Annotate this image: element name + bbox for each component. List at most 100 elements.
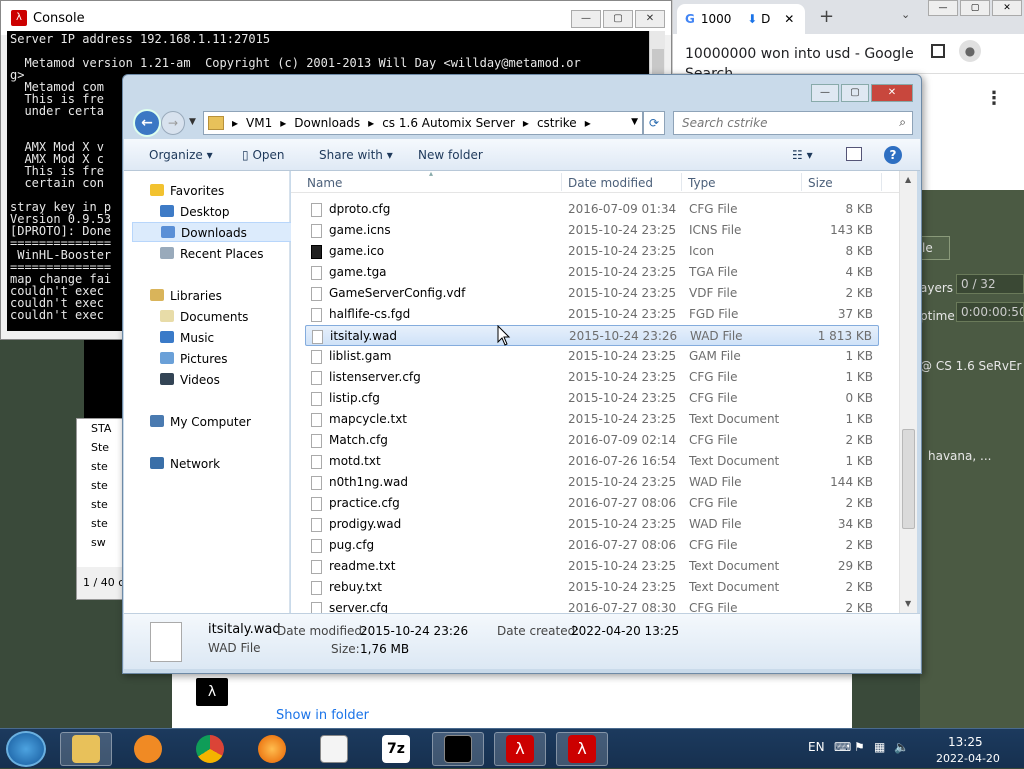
list-item[interactable]: sw (77, 533, 125, 552)
minimize-button[interactable]: — (571, 10, 601, 28)
table-row[interactable]: server.cfg 2016-07-27 08:30 CFG File 2 KB (305, 598, 879, 613)
security-icon[interactable]: ⚑ (854, 740, 865, 754)
minimize-button[interactable]: — (811, 84, 839, 102)
table-row[interactable]: readme.txt 2015-10-24 23:25 Text Document 2… (305, 556, 879, 577)
taskbar-half-life[interactable]: λ (556, 732, 608, 766)
list-item[interactable]: ste (77, 514, 125, 533)
column-size[interactable]: Size (808, 176, 833, 190)
tab-panel[interactable]: le (920, 236, 950, 260)
table-row[interactable]: listip.cfg 2015-10-24 23:25 CFG File 0 KB (305, 388, 879, 409)
scrollbar[interactable] (1009, 130, 1024, 196)
taskbar-7zip[interactable]: 7z (370, 732, 422, 766)
taskbar-explorer[interactable] (60, 732, 112, 766)
table-row[interactable]: listenserver.cfg 2015-10-24 23:25 CFG File… (305, 367, 879, 388)
tab-google-search[interactable]: G 1000 ⬇ D ✕ (677, 4, 805, 34)
organize-button[interactable]: Organize ▾ (149, 148, 213, 162)
profile-icon[interactable]: ● (959, 40, 981, 62)
taskbar-notepad[interactable] (308, 732, 360, 766)
scroll-thumb[interactable] (902, 429, 915, 529)
breadcrumb-separator: ▸ (368, 116, 375, 130)
chevron-down-icon[interactable]: ▼ (189, 117, 196, 127)
table-row[interactable]: rebuy.txt 2015-10-24 23:25 Text Document 2 … (305, 577, 879, 598)
search-input[interactable]: Search cstrike ⌕ (673, 111, 913, 135)
list-item[interactable]: STA (77, 419, 125, 438)
network-icon[interactable]: ▦ (874, 740, 885, 754)
taskbar-chrome[interactable] (184, 732, 236, 766)
console-titlebar[interactable]: λ Console — ▢ ✕ (1, 1, 671, 35)
table-row[interactable]: itsitaly.wad 2015-10-24 23:26 WAD File 1 81… (305, 325, 879, 346)
show-in-folder-link[interactable]: Show in folder (276, 708, 369, 723)
column-type[interactable]: Type (688, 176, 716, 190)
nav-libraries[interactable]: Libraries (150, 286, 314, 306)
table-row[interactable]: liblist.gam 2015-10-24 23:25 GAM File 1 KB (305, 346, 879, 367)
scroll-up-icon[interactable]: ▲ (905, 175, 911, 184)
language-indicator[interactable]: EN (808, 740, 825, 754)
minimize-button[interactable]: — (928, 0, 958, 16)
chevron-down-icon[interactable]: ⌄ (901, 8, 910, 21)
scroll-down-icon[interactable]: ▼ (905, 599, 911, 608)
back-button[interactable]: ← (133, 109, 161, 137)
new-tab-button[interactable]: + (819, 6, 834, 27)
forward-button[interactable]: → (161, 111, 185, 135)
breadcrumb-server[interactable]: cs 1.6 Automix Server (382, 116, 515, 130)
list-item[interactable]: ste (77, 476, 125, 495)
new-folder-button[interactable]: New folder (418, 148, 483, 162)
nav-favorites[interactable]: Favorites (150, 181, 314, 201)
preview-pane-icon[interactable] (846, 147, 862, 161)
list-item[interactable]: ste (77, 457, 125, 476)
breadcrumb-downloads[interactable]: Downloads (294, 116, 360, 130)
table-row[interactable]: n0th1ng.wad 2015-10-24 23:25 WAD File 144 K… (305, 472, 879, 493)
list-item[interactable]: Ste (77, 438, 125, 457)
table-row[interactable]: halflife-cs.fgd 2015-10-24 23:25 FGD File 3… (305, 304, 879, 325)
nav-my-computer[interactable]: My Computer (150, 412, 314, 432)
list-item[interactable]: ste (77, 495, 125, 514)
clock-time[interactable]: 13:25 (948, 735, 983, 749)
table-row[interactable]: pug.cfg 2016-07-27 08:06 CFG File 2 KB (305, 535, 879, 556)
volume-icon[interactable]: 🔈 (894, 740, 909, 754)
maximize-button[interactable]: ▢ (841, 84, 869, 102)
taskbar-hlds[interactable]: λ (494, 732, 546, 766)
nav-downloads[interactable]: Downloads (132, 222, 296, 242)
start-button[interactable] (6, 731, 46, 767)
address-bar[interactable]: ▸ VM1 ▸ Downloads ▸ cs 1.6 Automix Serve… (203, 111, 643, 135)
table-row[interactable]: mapcycle.txt 2015-10-24 23:25 Text Documen… (305, 409, 879, 430)
view-options-icon[interactable]: ☷ ▾ (792, 148, 813, 162)
menu-icon[interactable]: ⋮ (985, 88, 1003, 109)
table-row[interactable]: prodigy.wad 2015-10-24 23:25 WAD File 34 KB (305, 514, 879, 535)
taskbar-firefox[interactable] (246, 732, 298, 766)
file-list-scrollbar[interactable]: ▲ ▼ (899, 171, 917, 613)
open-button[interactable]: ▯ Open (242, 148, 285, 162)
table-row[interactable]: game.ico 2015-10-24 23:25 Icon 8 KB (305, 241, 879, 262)
close-button[interactable]: ✕ (871, 84, 913, 102)
table-row[interactable]: dproto.cfg 2016-07-09 01:34 CFG File 8 KB (305, 199, 879, 220)
table-row[interactable]: game.tga 2015-10-24 23:25 TGA File 4 KB (305, 262, 879, 283)
explorer-window[interactable]: — ▢ ✕ ← → ▼ ▸ VM1 ▸ Downloads ▸ cs 1.6 A… (122, 74, 922, 674)
side-panel-icon[interactable] (931, 44, 945, 58)
close-button[interactable]: ✕ (635, 10, 665, 28)
table-row[interactable]: motd.txt 2016-07-26 16:54 Text Document 1 K… (305, 451, 879, 472)
table-row[interactable]: GameServerConfig.vdf 2015-10-24 23:25 VDF … (305, 283, 879, 304)
taskbar-media-player[interactable] (122, 732, 174, 766)
table-row[interactable]: Match.cfg 2016-07-09 02:14 CFG File 2 KB (305, 430, 879, 451)
column-name[interactable]: Name (307, 176, 342, 190)
nav-network[interactable]: Network (150, 454, 314, 474)
table-row[interactable]: game.icns 2015-10-24 23:25 ICNS File 143 KB (305, 220, 879, 241)
tab-close-icon[interactable]: ✕ (784, 12, 794, 26)
keyboard-icon[interactable]: ⌨ (834, 740, 851, 754)
clock-date[interactable]: 2022-04-20 (936, 752, 1000, 765)
help-icon[interactable]: ? (884, 146, 902, 164)
refresh-button[interactable]: ⟳ (643, 111, 665, 135)
column-date[interactable]: Date modified (568, 176, 653, 190)
file-icon (311, 203, 322, 217)
maximize-button[interactable]: ▢ (603, 10, 633, 28)
taskbar-cmd[interactable] (432, 732, 484, 766)
table-row[interactable]: practice.cfg 2016-07-27 08:06 CFG File 2 KB (305, 493, 879, 514)
close-button[interactable]: ✕ (992, 0, 1022, 16)
server-file-list[interactable]: STA Ste ste ste ste ste sw 1 / 40 c (76, 418, 127, 600)
maximize-button[interactable]: ▢ (960, 0, 990, 16)
share-with-button[interactable]: Share with ▾ (319, 148, 393, 162)
breadcrumb-vm1[interactable]: VM1 (246, 116, 272, 130)
breadcrumb-cstrike[interactable]: cstrike (537, 116, 577, 130)
file-icon (311, 539, 322, 553)
chevron-down-icon[interactable]: ▼ (631, 117, 638, 127)
